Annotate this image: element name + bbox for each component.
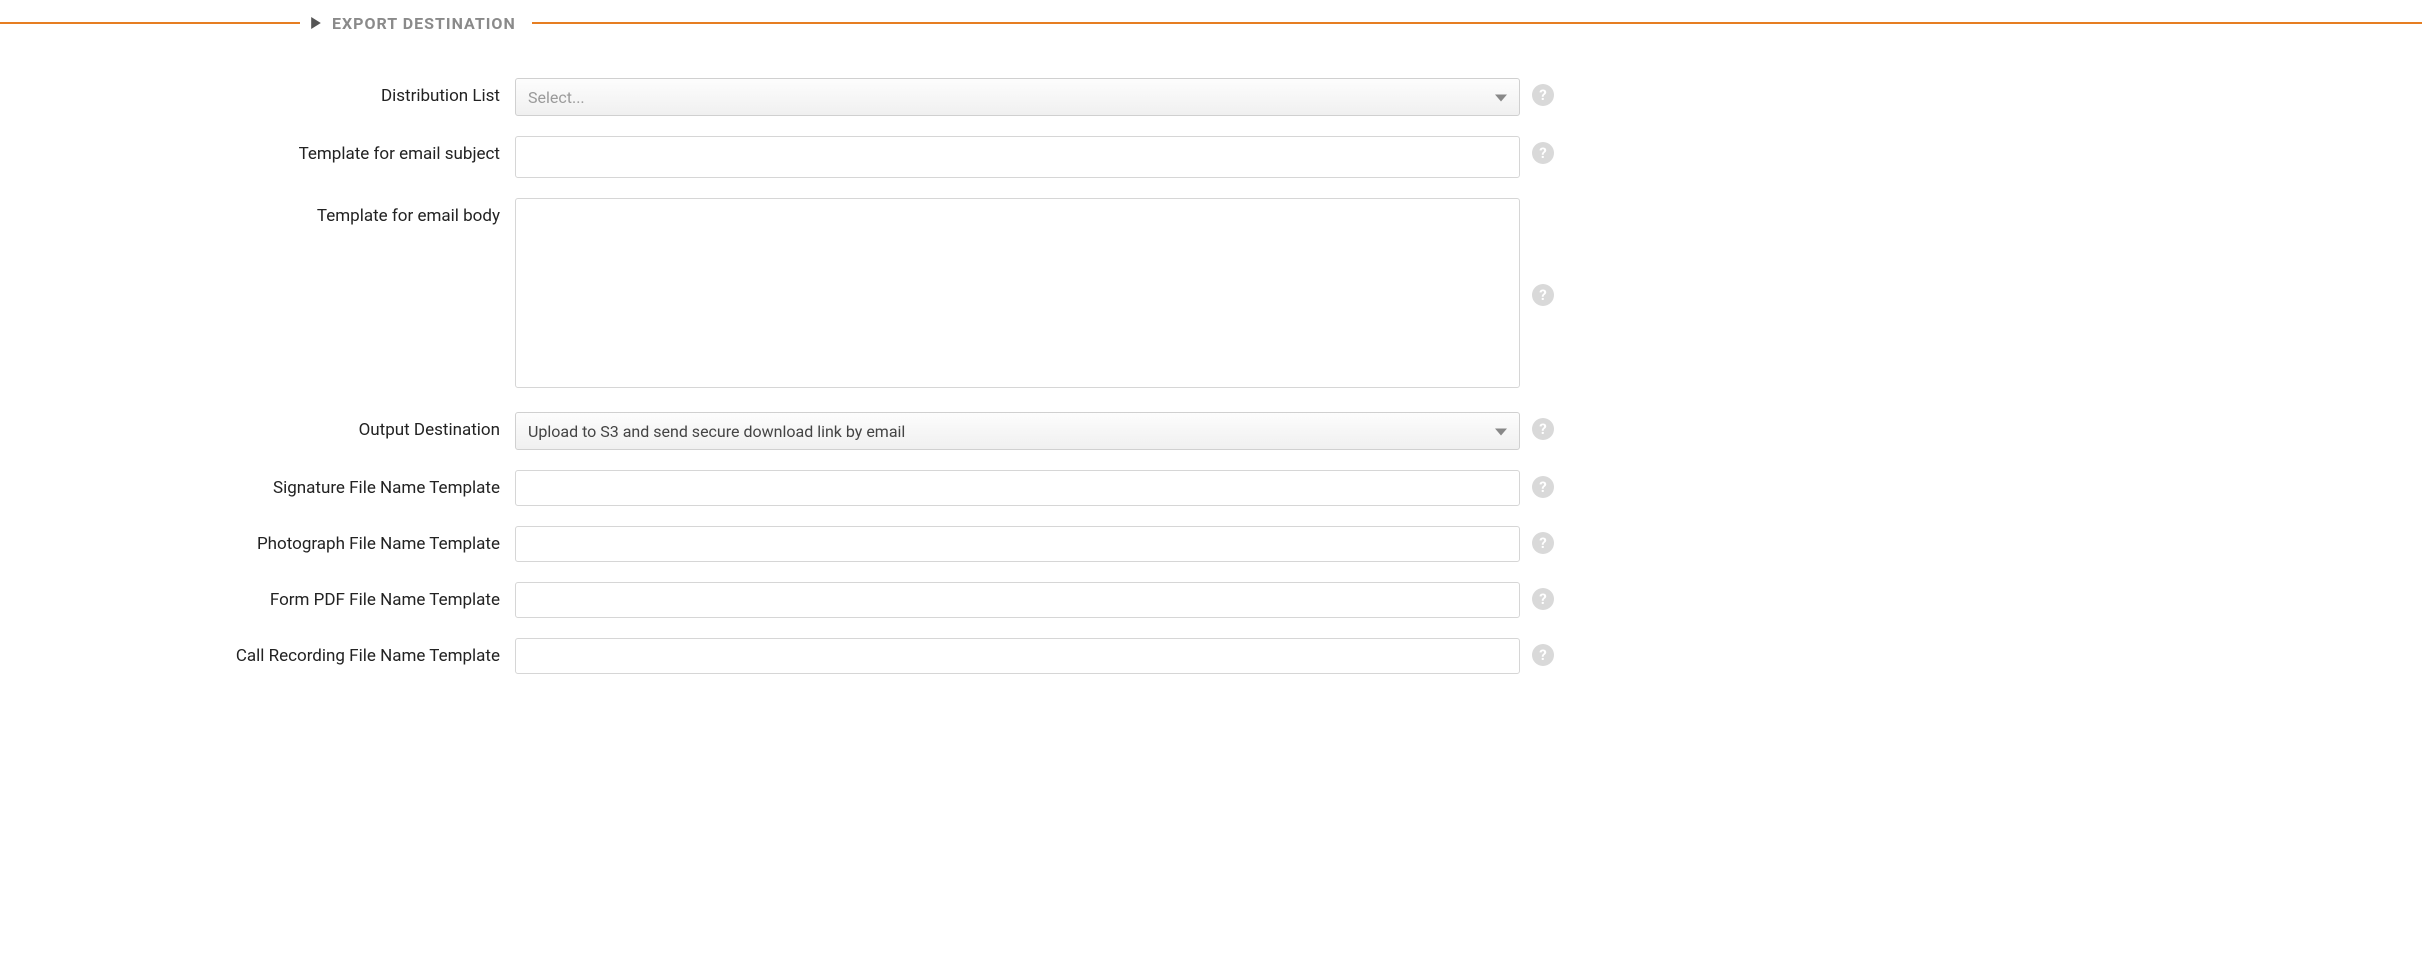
chevron-right-icon[interactable] (310, 17, 322, 29)
label-call-recording-template: Call Recording File Name Template (0, 638, 515, 666)
output-destination-value: Upload to S3 and send secure download li… (528, 422, 905, 441)
chevron-down-icon (1495, 422, 1507, 441)
row-email-body: Template for email body ? (0, 198, 2422, 392)
form-area: Distribution List Select... ? Template f… (0, 38, 2422, 674)
label-output-destination: Output Destination (0, 412, 515, 440)
label-photograph-template: Photograph File Name Template (0, 526, 515, 554)
label-signature-template: Signature File Name Template (0, 470, 515, 498)
email-subject-input[interactable] (515, 136, 1520, 178)
section-title: EXPORT DESTINATION (332, 14, 516, 33)
distribution-list-value: Select... (528, 88, 585, 107)
section-divider-right (532, 22, 2422, 24)
label-form-pdf-template: Form PDF File Name Template (0, 582, 515, 610)
email-body-textarea[interactable] (515, 198, 1520, 388)
help-icon[interactable]: ? (1532, 532, 1554, 554)
row-email-subject: Template for email subject ? (0, 136, 2422, 178)
photograph-template-input[interactable] (515, 526, 1520, 562)
section-header: EXPORT DESTINATION (0, 8, 2422, 38)
help-icon[interactable]: ? (1532, 588, 1554, 610)
form-pdf-template-input[interactable] (515, 582, 1520, 618)
chevron-down-icon (1495, 88, 1507, 107)
row-photograph-template: Photograph File Name Template ? (0, 526, 2422, 562)
signature-template-input[interactable] (515, 470, 1520, 506)
row-form-pdf-template: Form PDF File Name Template ? (0, 582, 2422, 618)
call-recording-template-input[interactable] (515, 638, 1520, 674)
label-email-subject: Template for email subject (0, 136, 515, 164)
help-icon[interactable]: ? (1532, 644, 1554, 666)
help-icon[interactable]: ? (1532, 142, 1554, 164)
help-icon[interactable]: ? (1532, 418, 1554, 440)
distribution-list-select[interactable]: Select... (515, 78, 1520, 116)
help-icon[interactable]: ? (1532, 476, 1554, 498)
row-call-recording-template: Call Recording File Name Template ? (0, 638, 2422, 674)
help-icon[interactable]: ? (1532, 284, 1554, 306)
row-output-destination: Output Destination Upload to S3 and send… (0, 412, 2422, 450)
label-email-body: Template for email body (0, 198, 515, 226)
label-distribution-list: Distribution List (0, 78, 515, 106)
section-divider-left (0, 22, 300, 24)
row-signature-template: Signature File Name Template ? (0, 470, 2422, 506)
output-destination-select[interactable]: Upload to S3 and send secure download li… (515, 412, 1520, 450)
row-distribution-list: Distribution List Select... ? (0, 78, 2422, 116)
section-title-wrap[interactable]: EXPORT DESTINATION (300, 14, 532, 33)
help-icon[interactable]: ? (1532, 84, 1554, 106)
